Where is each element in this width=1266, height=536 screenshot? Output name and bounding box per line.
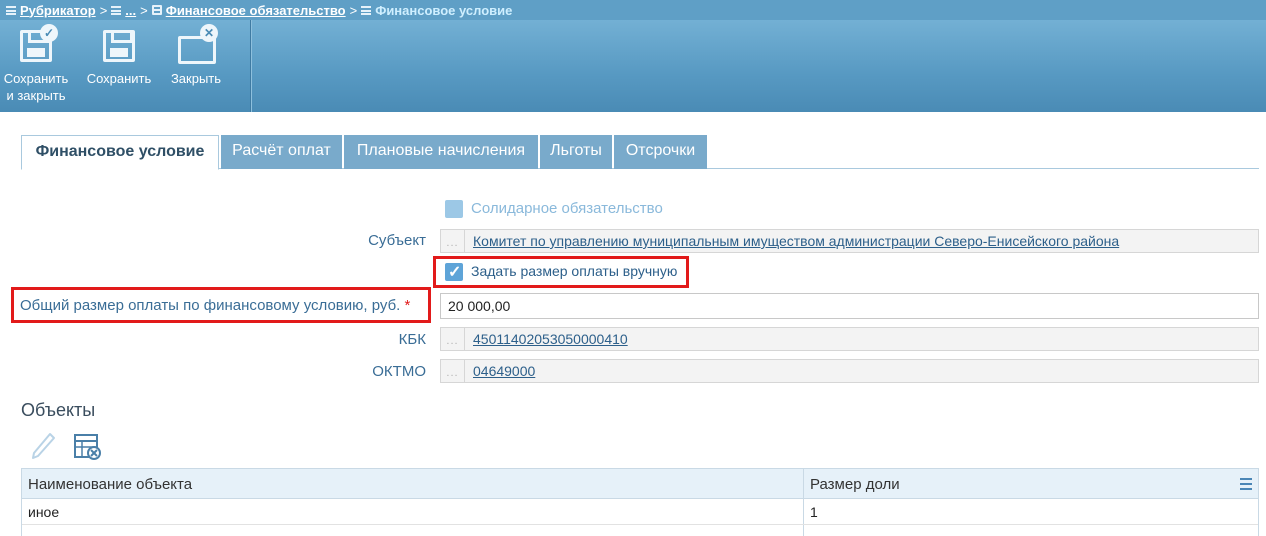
- stack-icon: [151, 5, 162, 15]
- manual-payment-label: Задать размер оплаты вручную: [471, 263, 678, 279]
- cell-object-name: иное: [28, 504, 60, 520]
- close-button[interactable]: ✕ Закрыть: [166, 20, 226, 112]
- table-header: Наименование объекта Размер доли: [22, 469, 1258, 499]
- breadcrumb-financial-obligation[interactable]: Финансовое обязательство: [166, 3, 346, 18]
- solidary-checkbox: [445, 200, 463, 218]
- oktmo-label: ОКТМО: [372, 363, 426, 380]
- toolbar-divider: [250, 20, 251, 112]
- column-menu-icon[interactable]: [1240, 478, 1252, 490]
- breadcrumb-separator: >: [99, 2, 108, 18]
- total-amount-input[interactable]: 20 000,00: [440, 293, 1259, 319]
- breadcrumb-separator: >: [140, 2, 148, 18]
- save-and-close-label-1: Сохранить: [3, 71, 69, 86]
- kbk-picker-button[interactable]: ...: [441, 328, 465, 350]
- subject-link[interactable]: Комитет по управлению муниципальным имущ…: [465, 233, 1119, 249]
- toolbar: ✓ Сохранить и закрыть Сохранить ✕ Закрыт…: [0, 20, 1266, 112]
- close-label: Закрыть: [170, 71, 222, 86]
- breadcrumb-rubricator[interactable]: Рубрикатор: [20, 3, 96, 18]
- breadcrumb-ellipsis[interactable]: ...: [125, 3, 136, 18]
- kbk-field: ... 45011402053050000410: [440, 327, 1259, 351]
- cell-share-size: 1: [810, 504, 818, 520]
- required-mark: *: [404, 297, 411, 314]
- save-and-close-icon: ✓: [16, 24, 58, 66]
- save-icon: [99, 26, 139, 66]
- table-row[interactable]: иное 1: [22, 499, 1258, 525]
- list-icon: [6, 5, 16, 15]
- tab-planned-charges[interactable]: Плановые начисления: [344, 135, 538, 169]
- breadcrumb-current: Финансовое условие: [375, 2, 513, 18]
- oktmo-picker-button[interactable]: ...: [441, 360, 465, 382]
- save-and-close-button[interactable]: ✓ Сохранить и закрыть: [2, 20, 70, 112]
- tab-deferrals[interactable]: Отсрочки: [614, 135, 707, 169]
- save-button[interactable]: Сохранить: [84, 20, 154, 112]
- oktmo-link[interactable]: 04649000: [465, 363, 535, 379]
- tab-payment-calculation[interactable]: Расчёт оплат: [221, 135, 342, 169]
- breadcrumb: Рубрикатор > ... > Финансовое обязательс…: [0, 0, 1266, 20]
- total-amount-label-text: Общий размер оплаты по финансовому услов…: [20, 297, 401, 314]
- save-and-close-label-2: и закрыть: [6, 88, 66, 103]
- list-icon: [111, 5, 122, 15]
- breadcrumb-separator: >: [349, 2, 358, 18]
- subject-picker-button[interactable]: ...: [441, 230, 465, 252]
- tab-financial-condition[interactable]: Финансовое условие: [21, 135, 219, 170]
- solidary-label: Солидарное обязательство: [471, 200, 663, 217]
- subject-label: Субъект: [368, 232, 426, 249]
- objects-title: Объекты: [21, 400, 96, 420]
- total-amount-label: Общий размер оплаты по финансовому услов…: [20, 297, 410, 314]
- kbk-label: КБК: [398, 331, 426, 348]
- manual-payment-checkbox[interactable]: [445, 262, 463, 282]
- pencil-icon[interactable]: [30, 432, 56, 460]
- column-object-name[interactable]: Наименование объекта: [28, 476, 192, 493]
- objects-table: Наименование объекта Размер доли иное 1: [21, 468, 1259, 536]
- oktmo-field: ... 04649000: [440, 359, 1259, 383]
- close-window-icon: ✕: [176, 24, 218, 66]
- table-delete-icon[interactable]: [73, 432, 103, 462]
- tab-bar: Финансовое условие Расчёт оплат Плановые…: [21, 135, 1259, 170]
- column-share-size[interactable]: Размер доли: [810, 476, 900, 493]
- kbk-link[interactable]: 45011402053050000410: [465, 331, 628, 347]
- tab-benefits[interactable]: Льготы: [540, 135, 612, 169]
- save-label: Сохранить: [86, 71, 152, 86]
- subject-field: ... Комитет по управлению муниципальным …: [440, 229, 1259, 253]
- list-icon: [361, 5, 372, 15]
